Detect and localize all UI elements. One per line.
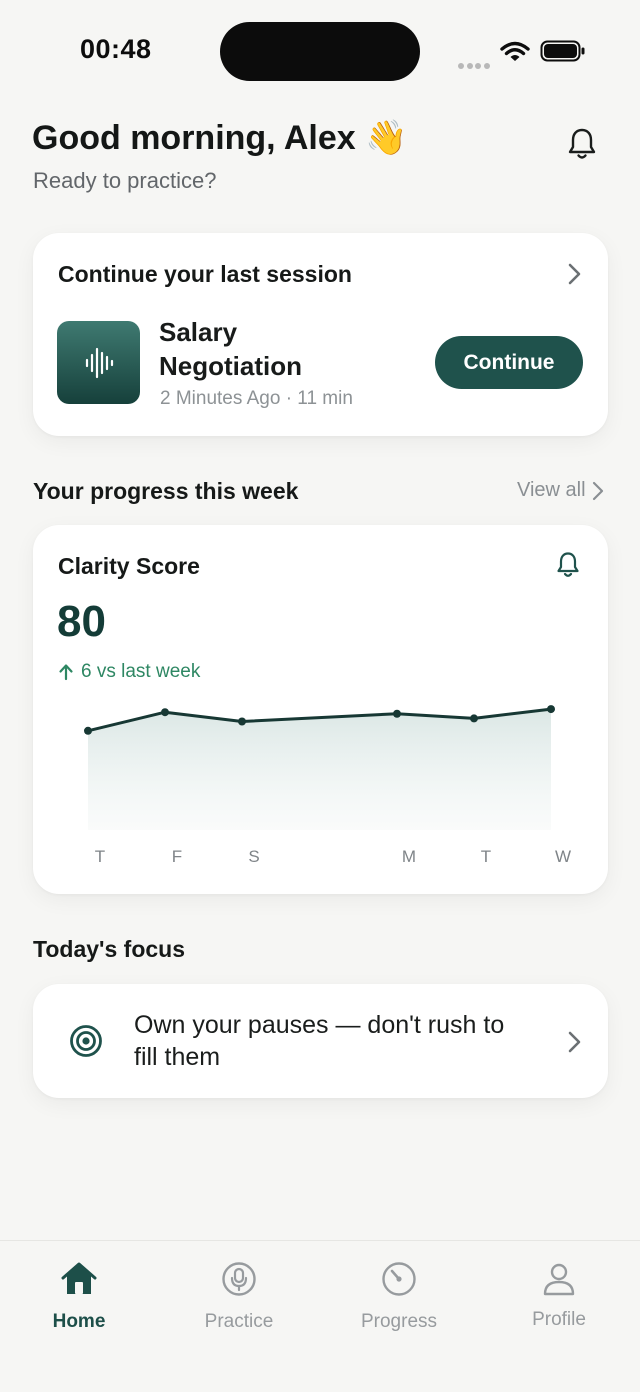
chart-point-0	[84, 726, 92, 735]
gauge-icon	[339, 1259, 459, 1299]
wifi-icon	[500, 40, 530, 69]
status-time: 00:48	[80, 34, 152, 64]
focus-section-heading: Today's focus	[33, 936, 186, 962]
chart-x-tick-label: T	[480, 847, 492, 866]
battery-icon	[540, 40, 586, 67]
tab-label: Practice	[204, 1311, 274, 1332]
greeting-subtitle: Ready to practice?	[33, 168, 217, 193]
chart-x-tick-label: W	[554, 847, 572, 866]
continue-session-card[interactable]: Continue your last session Salary Negoti…	[33, 233, 608, 436]
chart-point-1	[161, 708, 169, 717]
greeting-title: Good morning, Alex 👋	[32, 119, 408, 157]
session-card-title: Continue your last session	[58, 261, 352, 287]
clarity-score-card: Clarity Score 80 6 vs last week TFSMTW	[33, 525, 608, 894]
tab-label: Home	[52, 1311, 106, 1332]
chart-area-fill	[88, 709, 551, 830]
tab-home[interactable]: Home	[19, 1259, 139, 1339]
tab-profile[interactable]: Profile	[499, 1259, 619, 1339]
target-icon	[69, 1024, 103, 1063]
session-name: Salary Negotiation	[159, 317, 302, 381]
tab-label: Profile	[532, 1309, 586, 1330]
chart-point-4	[470, 714, 478, 723]
chart-x-tick-label: M	[401, 847, 417, 866]
notifications-bell-icon[interactable]	[562, 124, 602, 164]
home-icon	[19, 1259, 139, 1299]
tab-practice[interactable]: Practice	[179, 1259, 299, 1339]
focus-text: Own your pauses — don't rush to fill the…	[134, 1011, 505, 1071]
microphone-icon	[179, 1259, 299, 1299]
waveform-icon	[57, 321, 140, 404]
chevron-right-icon	[592, 481, 603, 500]
dynamic-island	[220, 22, 420, 81]
chart-point-5	[547, 705, 555, 714]
focus-card[interactable]: Own your pauses — don't rush to fill the…	[33, 984, 608, 1098]
tab-progress[interactable]: Progress	[339, 1259, 459, 1339]
tab-label: Progress	[360, 1311, 438, 1332]
clarity-chart	[84, 705, 555, 830]
continue-button[interactable]: Continue	[435, 336, 583, 389]
chevron-right-icon	[564, 1029, 584, 1060]
chart-x-tick-label: F	[171, 847, 183, 866]
chart-x-tick-label: T	[94, 847, 106, 866]
tab-bar: Home Practice Progress Profile	[0, 1240, 640, 1392]
chevron-right-icon[interactable]	[564, 261, 584, 292]
progress-section-heading: Your progress this week	[33, 478, 299, 504]
person-icon	[499, 1259, 619, 1299]
cellular-signal-icon	[458, 56, 492, 69]
chart-x-tick-label: S	[248, 847, 260, 866]
session-meta: 2 Minutes Ago · 11 min	[160, 388, 353, 409]
view-all-label: View all	[517, 479, 586, 501]
chart-point-3	[393, 709, 401, 718]
view-all-link[interactable]: View all	[517, 479, 604, 502]
chart-point-2	[238, 717, 246, 726]
